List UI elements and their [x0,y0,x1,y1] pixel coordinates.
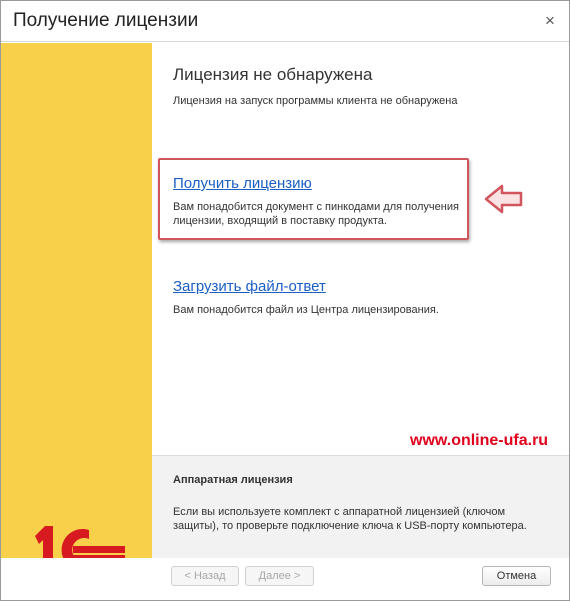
left-arrow-icon [484,184,523,214]
highlight-frame [158,158,469,240]
left-sidebar [1,43,152,572]
window-title: Получение лицензии [13,10,199,31]
hardware-license-text: Если вы используете комплект с аппаратно… [173,506,527,532]
page-heading: Лицензия не обнаружена [173,65,373,84]
license-dialog: Получение лицензии × Лицензия не обнаруж… [0,0,570,601]
load-response-description: Вам понадобится файл из Центра лицензиро… [173,304,439,316]
title-bar: Получение лицензии × [1,1,569,42]
close-icon[interactable]: × [539,10,561,32]
back-button[interactable]: < Назад [171,566,239,586]
option-load-response: Загрузить файл-ответ Вам понадобится фай… [173,278,503,317]
hardware-license-panel: Аппаратная лицензия Если вы используете … [152,455,569,558]
main-content: Лицензия не обнаружена Лицензия на запус… [152,43,569,455]
watermark-text: www.online-ufa.ru [410,432,549,449]
button-bar: < Назад Далее > Отмена [1,558,569,600]
next-button[interactable]: Далее > [245,566,314,586]
cancel-button[interactable]: Отмена [482,566,551,586]
hardware-license-title: Аппаратная лицензия [173,474,293,486]
page-subheading: Лицензия на запуск программы клиента не … [173,95,458,107]
load-response-link[interactable]: Загрузить файл-ответ [173,278,326,295]
